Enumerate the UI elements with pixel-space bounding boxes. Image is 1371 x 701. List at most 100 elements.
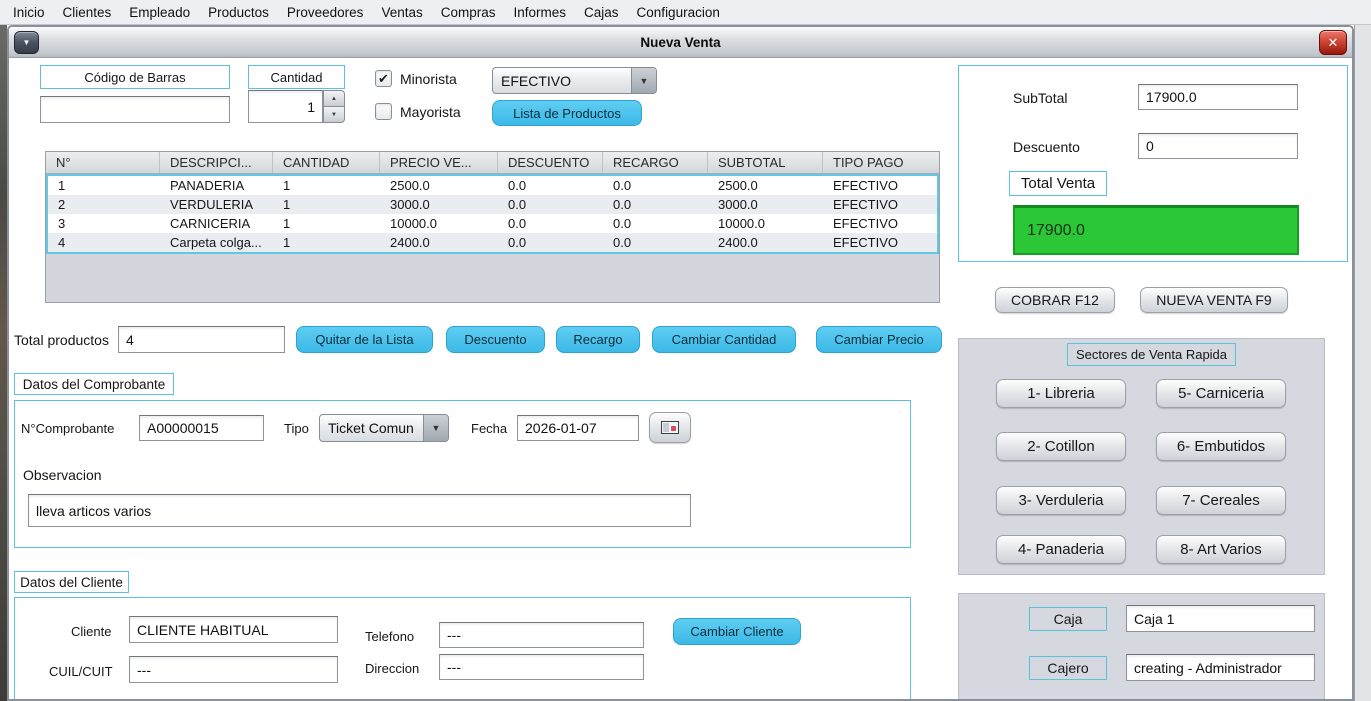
cliente-section-label: Datos del Cliente	[14, 571, 129, 593]
table-row[interactable]: 3CARNICERIA 110000.0 0.00.0 10000.0EFECT…	[48, 214, 937, 233]
sector-verduleria-button[interactable]: 3- Verduleria	[996, 486, 1126, 515]
table-header: N° DESCRIPCI... CANTIDAD PRECIO VE... DE…	[46, 152, 939, 174]
quantity-down-button[interactable]: ▼	[323, 106, 345, 123]
col-precio[interactable]: PRECIO VE...	[380, 152, 498, 173]
numero-comprobante-label: N°Comprobante	[21, 421, 114, 436]
menu-ventas[interactable]: Ventas	[372, 0, 431, 25]
sector-libreria-button[interactable]: 1- Libreria	[996, 379, 1126, 408]
chevron-down-icon: ▼	[631, 68, 656, 93]
numero-comprobante-input[interactable]: A00000015	[139, 415, 264, 441]
table-row[interactable]: 1PANADERIA 12500.0 0.00.0 2500.0EFECTIVO	[48, 176, 937, 195]
direccion-label: Direccion	[365, 661, 419, 676]
cuit-label: CUIL/CUIT	[49, 664, 113, 679]
menu-inicio[interactable]: Inicio	[4, 0, 54, 25]
menu-productos[interactable]: Productos	[199, 0, 278, 25]
menu-empleado[interactable]: Empleado	[120, 0, 199, 25]
payment-type-value: EFECTIVO	[493, 68, 631, 93]
sector-embutidos-button[interactable]: 6- Embutidos	[1156, 432, 1286, 461]
sectores-title: Sectores de Venta Rapida	[1067, 343, 1236, 366]
caja-input[interactable]: Caja 1	[1126, 605, 1315, 632]
barcode-input[interactable]	[40, 96, 230, 123]
tipo-select[interactable]: Ticket Comun ▼	[319, 414, 449, 442]
quitar-lista-button[interactable]: Quitar de la Lista	[296, 326, 433, 353]
fecha-label: Fecha	[471, 421, 507, 436]
descuento-button[interactable]: Descuento	[446, 326, 545, 353]
col-descripcion[interactable]: DESCRIPCI...	[160, 152, 273, 173]
cambiar-cliente-button[interactable]: Cambiar Cliente	[673, 618, 801, 645]
barcode-label: Código de Barras	[40, 65, 230, 89]
quantity-up-button[interactable]: ▲	[323, 90, 345, 106]
caja-panel: Caja Caja 1 Cajero creating - Administra…	[958, 593, 1325, 701]
close-button[interactable]: ✕	[1319, 30, 1347, 55]
quantity-input[interactable]: 1	[248, 90, 323, 123]
table-row[interactable]: 4Carpeta colga... 12400.0 0.00.0 2400.0E…	[48, 233, 937, 252]
total-venta-label: Total Venta	[1009, 171, 1107, 196]
direccion-input[interactable]: ---	[439, 654, 644, 680]
sector-carniceria-button[interactable]: 5- Carniceria	[1156, 379, 1286, 408]
col-descuento[interactable]: DESCUENTO	[498, 152, 603, 173]
cliente-panel: Cliente CLIENTE HABITUAL Telefono --- Ca…	[14, 597, 911, 701]
cajero-label: Cajero	[1029, 656, 1107, 680]
mayorista-row: Mayorista	[375, 103, 461, 120]
mayorista-label: Mayorista	[400, 104, 461, 120]
arrow-up-icon: ▲	[331, 96, 337, 102]
quantity-label: Cantidad	[248, 65, 345, 89]
cobrar-button[interactable]: COBRAR F12	[995, 287, 1115, 313]
col-subtotal[interactable]: SUBTOTAL	[708, 152, 823, 173]
calendar-button[interactable]	[649, 412, 691, 443]
lista-productos-button[interactable]: Lista de Productos	[492, 100, 642, 126]
observacion-input[interactable]: lleva articos varios	[28, 494, 691, 527]
desktop-edge-left	[0, 25, 7, 701]
total-productos-input[interactable]: 4	[118, 326, 285, 353]
cambiar-precio-button[interactable]: Cambiar Precio	[816, 326, 942, 353]
menu-configuracion[interactable]: Configuracion	[628, 0, 729, 25]
arrow-down-icon: ▼	[331, 112, 337, 118]
chevron-down-icon: ▼	[23, 38, 31, 47]
telefono-input[interactable]: ---	[439, 622, 644, 648]
fecha-input[interactable]: 2026-01-07	[517, 415, 639, 441]
sector-panaderia-button[interactable]: 4- Panaderia	[996, 535, 1126, 564]
quantity-stepper: 1 ▲ ▼	[248, 90, 345, 123]
sector-cotillon-button[interactable]: 2- Cotillon	[996, 432, 1126, 461]
menu-proveedores[interactable]: Proveedores	[278, 0, 373, 25]
desktop-edge-right	[1354, 25, 1371, 701]
cambiar-cantidad-button[interactable]: Cambiar Cantidad	[652, 326, 796, 353]
totals-panel: SubTotal 17900.0 Descuento 0 Total Venta…	[958, 65, 1348, 262]
minorista-checkbox[interactable]: ✔	[375, 70, 392, 87]
caja-label: Caja	[1029, 607, 1107, 631]
subtotal-input[interactable]: 17900.0	[1138, 84, 1298, 110]
table-rows: 1PANADERIA 12500.0 0.00.0 2500.0EFECTIVO…	[46, 174, 939, 254]
nueva-venta-button[interactable]: NUEVA VENTA F9	[1140, 287, 1288, 313]
col-tipo-pago[interactable]: TIPO PAGO	[823, 152, 939, 173]
comprobante-section-label: Datos del Comprobante	[14, 373, 174, 395]
sector-cereales-button[interactable]: 7- Cereales	[1156, 486, 1286, 515]
items-table: N° DESCRIPCI... CANTIDAD PRECIO VE... DE…	[45, 151, 940, 303]
window-title-bar[interactable]: Nueva Venta ▼ ✕	[9, 27, 1352, 58]
payment-type-select[interactable]: EFECTIVO ▼	[492, 67, 657, 94]
comprobante-panel: N°Comprobante A00000015 Tipo Ticket Comu…	[14, 400, 911, 548]
nueva-venta-window: Nueva Venta ▼ ✕ Código de Barras Cantida…	[7, 25, 1354, 701]
tipo-value: Ticket Comun	[320, 415, 423, 441]
col-cantidad[interactable]: CANTIDAD	[273, 152, 380, 173]
window-content: Código de Barras Cantidad 1 ▲ ▼ ✔ Minori…	[9, 58, 1352, 699]
cuit-input[interactable]: ---	[129, 656, 338, 683]
menu-informes[interactable]: Informes	[505, 0, 576, 25]
cliente-input[interactable]: CLIENTE HABITUAL	[129, 616, 338, 643]
subtotal-label: SubTotal	[1013, 90, 1067, 106]
telefono-label: Telefono	[365, 629, 414, 644]
col-numero[interactable]: N°	[46, 152, 160, 173]
menu-compras[interactable]: Compras	[432, 0, 505, 25]
recargo-button[interactable]: Recargo	[556, 326, 640, 353]
cajero-input[interactable]: creating - Administrador	[1126, 654, 1315, 681]
table-row[interactable]: 2VERDULERIA 13000.0 0.00.0 3000.0EFECTIV…	[48, 195, 937, 214]
window-menu-button[interactable]: ▼	[14, 31, 39, 54]
menu-cajas[interactable]: Cajas	[575, 0, 628, 25]
col-recargo[interactable]: RECARGO	[603, 152, 708, 173]
minorista-row: ✔ Minorista	[375, 70, 457, 87]
descuento-total-input[interactable]: 0	[1138, 133, 1298, 159]
cliente-label: Cliente	[71, 624, 111, 639]
menu-clientes[interactable]: Clientes	[54, 0, 121, 25]
sector-art-varios-button[interactable]: 8- Art Varios	[1156, 535, 1286, 564]
mayorista-checkbox[interactable]	[375, 103, 392, 120]
main-menu-bar: Inicio Clientes Empleado Productos Prove…	[0, 0, 1371, 25]
